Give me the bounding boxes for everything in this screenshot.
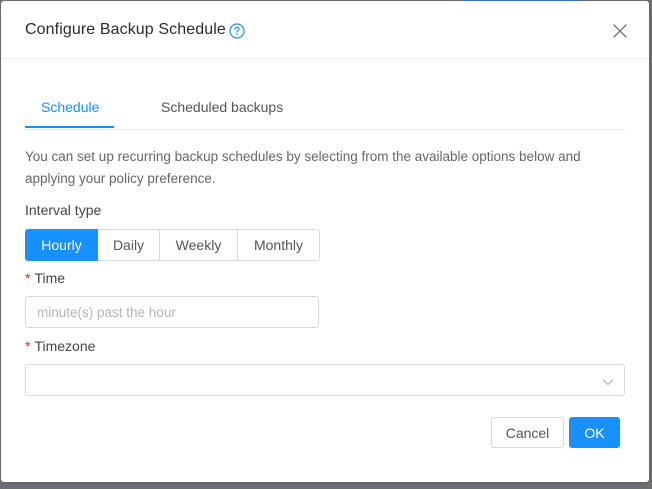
cancel-button[interactable]: Cancel <box>491 417 564 448</box>
interval-option-hourly[interactable]: Hourly <box>25 229 98 261</box>
time-label-text: Time <box>34 270 66 286</box>
tab-scheduled-backups[interactable]: Scheduled backups <box>161 99 283 115</box>
backdrop-bottom-strip <box>0 484 652 489</box>
interval-type-label: Interval type <box>25 202 102 218</box>
timezone-select[interactable] <box>25 364 625 396</box>
timezone-label-text: Timezone <box>34 338 96 354</box>
dialog-header: Configure Backup Schedule <box>1 1 649 59</box>
ok-button[interactable]: OK <box>569 417 620 448</box>
dialog-title: Configure Backup Schedule <box>25 21 226 38</box>
interval-option-monthly[interactable]: Monthly <box>237 229 320 261</box>
timezone-label: * Timezone <box>25 338 95 354</box>
time-label: * Time <box>25 270 65 286</box>
question-circle-icon[interactable] <box>229 23 245 39</box>
description-text: You can set up recurring backup schedule… <box>25 149 581 186</box>
time-input[interactable] <box>25 296 319 328</box>
active-tab-indicator <box>25 126 114 128</box>
interval-option-daily[interactable]: Daily <box>97 229 160 261</box>
tab-schedule[interactable]: Schedule <box>41 99 99 115</box>
interval-type-radio-group: Hourly Daily Weekly Monthly <box>25 229 320 261</box>
required-marker: * <box>25 270 31 286</box>
close-icon[interactable] <box>613 24 627 38</box>
chevron-down-icon <box>602 375 614 387</box>
interval-option-weekly[interactable]: Weekly <box>159 229 238 261</box>
configure-backup-schedule-dialog: Configure Backup Schedule Schedule Sched… <box>1 1 649 482</box>
required-marker: * <box>25 338 31 354</box>
tab-bar: Schedule Scheduled backups <box>25 91 625 130</box>
